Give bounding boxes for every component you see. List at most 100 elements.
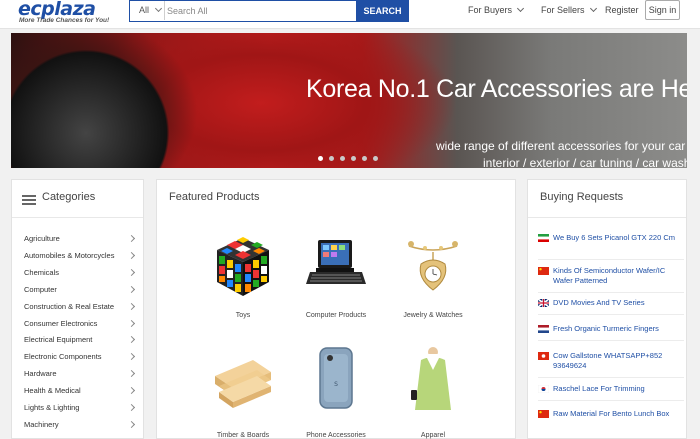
chevron-down-icon bbox=[516, 4, 525, 13]
divider bbox=[528, 217, 686, 218]
buying-request-link[interactable]: Kinds Of Semiconductor Wafer/IC Wafer Pa… bbox=[553, 266, 683, 286]
top-header: ecplaza More Trade Chances for You! All … bbox=[0, 0, 700, 29]
nav-for-buyers[interactable]: For Buyers bbox=[468, 4, 525, 15]
divider bbox=[538, 377, 684, 378]
flag-hong-kong-icon bbox=[538, 352, 549, 360]
category-label: Agriculture bbox=[24, 234, 60, 243]
wood-planks-icon bbox=[215, 360, 271, 408]
category-item[interactable]: Construction & Real Estate bbox=[24, 302, 142, 315]
svg-text:S: S bbox=[334, 381, 338, 388]
buying-request-item[interactable]: Raw Material For Bento Lunch Box bbox=[538, 409, 683, 429]
chevron-right-icon bbox=[127, 403, 136, 412]
featured-products-title: Featured Products bbox=[169, 191, 260, 203]
divider bbox=[538, 292, 684, 293]
chevron-right-icon bbox=[127, 285, 136, 293]
search-bar: All SEARCH bbox=[129, 0, 409, 22]
phone-case-icon: S bbox=[319, 347, 353, 409]
category-label: Health & Medical bbox=[24, 386, 81, 396]
category-item[interactable]: Automobiles & Motorcycles bbox=[24, 251, 142, 264]
buying-request-link[interactable]: We Buy 6 Sets Picanol GTX 220 Cm bbox=[553, 233, 683, 243]
carousel-dot[interactable] bbox=[329, 156, 334, 161]
buying-request-item[interactable]: DVD Movies And TV Series bbox=[538, 298, 683, 308]
chevron-right-icon bbox=[127, 302, 136, 310]
rubiks-cube-icon bbox=[217, 237, 269, 296]
carousel-dot[interactable] bbox=[318, 156, 323, 161]
category-item[interactable]: Lights & Lighting bbox=[24, 403, 142, 416]
logo-tagline: More Trade Chances for You! bbox=[19, 17, 110, 24]
category-item[interactable]: Electrical Equipment bbox=[24, 335, 142, 348]
divider bbox=[538, 259, 684, 260]
product-label: Timber & Boards bbox=[216, 432, 270, 439]
banner-subtitle-1: wide range of different accessories for … bbox=[436, 139, 686, 153]
category-item[interactable]: Health & Medical bbox=[24, 386, 142, 399]
promo-banner[interactable]: Korea No.1 Car Accessories are Here! wid… bbox=[11, 33, 687, 168]
divider bbox=[12, 217, 143, 218]
buying-request-link[interactable]: DVD Movies And TV Series bbox=[553, 298, 683, 308]
buying-request-link[interactable]: Fresh Organic Turmeric Fingers bbox=[553, 324, 683, 334]
carousel-dot[interactable] bbox=[373, 156, 378, 161]
category-label: Chemicals bbox=[24, 267, 60, 277]
nav-for-buyers-label: For Buyers bbox=[468, 5, 513, 15]
category-label: Hardware bbox=[24, 369, 57, 379]
buying-request-link[interactable]: Raw Material For Bento Lunch Box bbox=[553, 409, 683, 419]
banner-title: Korea No.1 Car Accessories are Here! bbox=[306, 75, 687, 103]
category-label: Lights & Lighting bbox=[24, 403, 80, 412]
hamburger-menu-icon bbox=[22, 195, 36, 205]
chevron-right-icon bbox=[127, 336, 136, 344]
chevron-right-icon bbox=[127, 370, 136, 378]
chevron-down-icon bbox=[154, 4, 163, 13]
category-item[interactable]: Agriculture bbox=[24, 234, 142, 247]
nav-for-sellers[interactable]: For Sellers bbox=[541, 4, 597, 15]
flag-netherlands-icon bbox=[538, 325, 549, 333]
carousel-dot[interactable] bbox=[362, 156, 367, 161]
category-item[interactable]: Consumer Electronics bbox=[24, 319, 142, 332]
buying-requests-title: Buying Requests bbox=[540, 191, 624, 203]
buying-request-item[interactable]: Raschel Lace For Trimming bbox=[538, 384, 683, 394]
chevron-down-icon bbox=[589, 4, 597, 13]
featured-products-panel: Featured Products Toys Computer Products… bbox=[156, 179, 516, 439]
category-label: Electrical Equipment bbox=[24, 335, 93, 345]
category-item[interactable]: Electronic Components bbox=[24, 352, 142, 365]
buying-request-item[interactable]: Kinds Of Semiconductor Wafer/IC Wafer Pa… bbox=[538, 266, 683, 286]
nav-register[interactable]: Register bbox=[605, 5, 639, 15]
buying-request-item[interactable]: We Buy 6 Sets Picanol GTX 220 Cm bbox=[538, 233, 683, 253]
buying-request-link[interactable]: Cow Gallstone WHATSAPP+852 93649624 bbox=[553, 351, 683, 371]
search-button[interactable]: SEARCH bbox=[356, 0, 409, 22]
flag-china-icon bbox=[538, 267, 549, 275]
pendant-watch-icon bbox=[408, 241, 458, 291]
category-item[interactable]: Machinery bbox=[24, 420, 142, 433]
carousel-dot[interactable] bbox=[351, 156, 356, 161]
buying-request-link[interactable]: Raschel Lace For Trimming bbox=[553, 384, 683, 394]
category-item[interactable]: Chemicals bbox=[24, 268, 142, 281]
category-label: Automobiles & Motorcycles bbox=[24, 250, 115, 260]
buying-request-item[interactable]: Fresh Organic Turmeric Fingers bbox=[538, 324, 683, 334]
flag-china-icon bbox=[538, 410, 549, 418]
chevron-right-icon bbox=[127, 387, 136, 395]
carousel-dot[interactable] bbox=[340, 156, 345, 161]
search-input[interactable] bbox=[167, 3, 353, 18]
flag-iran-icon bbox=[538, 234, 549, 242]
banner-tire-image bbox=[11, 38, 181, 168]
ecplaza-logo[interactable]: ecplaza More Trade Chances for You! bbox=[18, 0, 110, 27]
chevron-right-icon bbox=[127, 420, 136, 428]
categories-title: Categories bbox=[42, 191, 96, 203]
divider bbox=[538, 314, 684, 315]
category-label: Construction & Real Estate bbox=[24, 301, 115, 311]
category-item[interactable]: Hardware bbox=[24, 369, 142, 382]
dress-icon bbox=[411, 347, 451, 410]
banner-subtitle-2: interior / exterior / car tuning / car w… bbox=[483, 156, 687, 168]
buying-requests-panel: Buying Requests We Buy 6 Sets Picanol GT… bbox=[527, 179, 687, 439]
divider bbox=[538, 340, 684, 341]
chevron-right-icon bbox=[127, 268, 136, 276]
buying-request-item[interactable]: Cow Gallstone WHATSAPP+852 93649624 bbox=[538, 351, 683, 371]
chevron-right-icon bbox=[127, 251, 136, 259]
product-label: Toys bbox=[235, 312, 251, 319]
sign-in-button[interactable]: Sign in bbox=[645, 0, 680, 20]
nav-for-sellers-label: For Sellers bbox=[541, 5, 585, 15]
category-item[interactable]: Computer bbox=[24, 285, 142, 298]
categories-panel: Categories Agriculture Automobiles & Moto… bbox=[11, 179, 144, 439]
search-category-select[interactable]: All bbox=[130, 1, 165, 20]
chevron-right-icon bbox=[127, 353, 136, 361]
product-label: Apparel bbox=[420, 432, 446, 439]
category-label: Electronic Components bbox=[24, 352, 102, 362]
